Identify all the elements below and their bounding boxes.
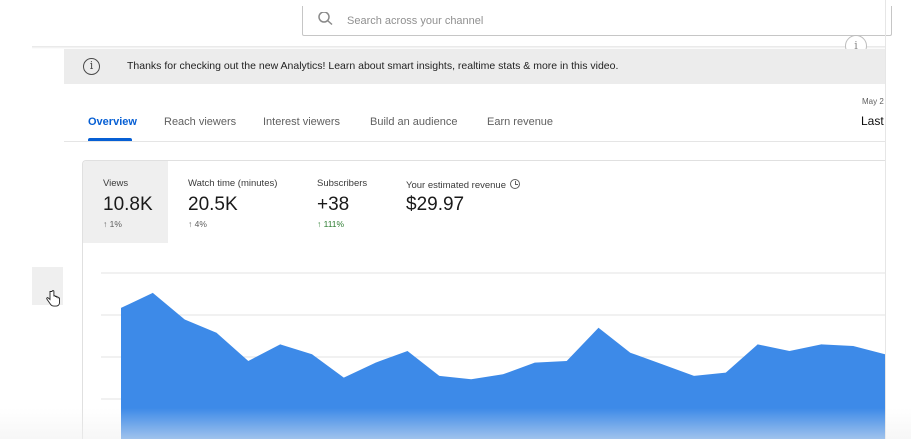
- metric-label: Subscribers: [317, 178, 368, 189]
- metric-value: 10.8K: [103, 194, 153, 215]
- search-placeholder: Search across your channel: [347, 15, 484, 27]
- hand-cursor-icon: [46, 290, 60, 307]
- metric-label: Watch time (minutes): [188, 178, 278, 189]
- clock-icon: [510, 179, 520, 189]
- right-divider: [885, 0, 886, 439]
- metric-label: Your estimated revenue: [406, 178, 520, 191]
- tab-earn-revenue[interactable]: Earn revenue: [487, 116, 553, 128]
- tab-overview[interactable]: Overview: [88, 116, 137, 128]
- metric-value: +38: [317, 194, 350, 215]
- tab-reach-viewers[interactable]: Reach viewers: [164, 116, 236, 128]
- metric-delta: ↑ 1%: [103, 219, 122, 229]
- metric-value: $29.97: [406, 194, 465, 215]
- date-range-selector[interactable]: Last: [861, 114, 885, 128]
- search-icon: [318, 12, 333, 26]
- tab-build-an-audience[interactable]: Build an audience: [370, 116, 457, 128]
- views-chart: [101, 272, 885, 439]
- metric-estimated-revenue[interactable]: Your estimated revenue $29.97: [386, 161, 536, 243]
- banner-text[interactable]: Thanks for checking out the new Analytic…: [127, 60, 618, 72]
- metric-delta: ↑ 4%: [188, 219, 207, 229]
- metric-label-text: Your estimated revenue: [406, 180, 506, 191]
- info-icon: i: [83, 58, 100, 75]
- metric-value: 20.5K: [188, 194, 238, 215]
- left-strip: [0, 0, 32, 439]
- metric-views[interactable]: Views 10.8K ↑ 1%: [83, 161, 168, 243]
- date-label: May 2: [862, 97, 884, 106]
- search-input[interactable]: Search across your channel: [302, 6, 892, 36]
- tabs-divider: [64, 141, 885, 142]
- metric-watch-time[interactable]: Watch time (minutes) 20.5K ↑ 4%: [168, 161, 298, 243]
- metric-label: Views: [103, 178, 129, 189]
- metric-delta: ↑ 111%: [317, 219, 345, 229]
- tab-interest-viewers[interactable]: Interest viewers: [263, 116, 340, 128]
- info-banner: i Thanks for checking out the new Analyt…: [64, 49, 885, 84]
- metric-subscribers[interactable]: Subscribers +38 ↑ 111%: [298, 161, 386, 243]
